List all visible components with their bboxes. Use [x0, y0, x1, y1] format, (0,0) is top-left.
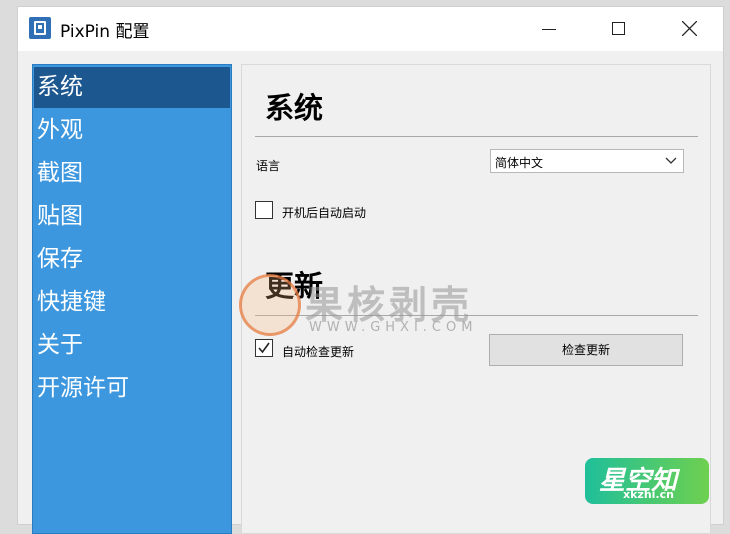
sidebar-item-about[interactable]: 关于 [34, 325, 230, 366]
autostart-checkbox[interactable] [255, 201, 273, 219]
sidebar-item-appearance[interactable]: 外观 [34, 110, 230, 151]
sidebar-item-hotkeys[interactable]: 快捷键 [34, 282, 230, 323]
site-watermark: 果核剥壳 WWW.GHXI.COM [239, 270, 509, 340]
check-update-button[interactable]: 检查更新 [489, 334, 683, 366]
maximize-button[interactable] [584, 7, 654, 51]
watermark-logo-icon [239, 274, 301, 336]
sidebar-item-save[interactable]: 保存 [34, 239, 230, 280]
pixpin-app-icon [29, 17, 51, 39]
checkmark-icon [258, 342, 270, 354]
auto-check-update-label: 自动检查更新 [282, 345, 355, 359]
settings-sidebar: 系统 外观 截图 贴图 保存 快捷键 关于 开源许可 [32, 64, 232, 534]
minimize-button[interactable] [514, 7, 584, 51]
autostart-label: 开机后自动启动 [282, 206, 367, 220]
window-title: PixPin 配置 [60, 22, 150, 42]
sidebar-item-pin[interactable]: 贴图 [34, 196, 230, 237]
sidebar-item-licenses[interactable]: 开源许可 [34, 368, 230, 409]
language-select-value: 简体中文 [495, 156, 544, 170]
language-label: 语言 [256, 159, 281, 173]
language-select[interactable]: 简体中文 [490, 149, 684, 173]
watermark-url: WWW.GHXI.COM [309, 320, 478, 335]
maximize-icon [612, 22, 625, 35]
close-icon [682, 21, 697, 36]
sidebar-item-screenshot[interactable]: 截图 [34, 153, 230, 194]
system-section-title: 系统 [265, 91, 324, 125]
system-section-divider [255, 136, 698, 137]
close-button[interactable] [654, 7, 724, 51]
config-window: PixPin 配置 系统 外观 截图 贴图 保存 快捷键 关于 开源许可 系统 … [17, 6, 724, 534]
title-bar[interactable]: PixPin 配置 [18, 7, 723, 51]
chevron-down-icon [665, 157, 677, 164]
auto-check-update-checkbox[interactable] [255, 339, 273, 357]
corner-logo-badge: 星空知 xkzhi.cn [585, 458, 709, 504]
minimize-icon [542, 29, 556, 30]
sidebar-item-system[interactable]: 系统 [34, 67, 230, 108]
corner-logo-sub: xkzhi.cn [623, 488, 674, 501]
